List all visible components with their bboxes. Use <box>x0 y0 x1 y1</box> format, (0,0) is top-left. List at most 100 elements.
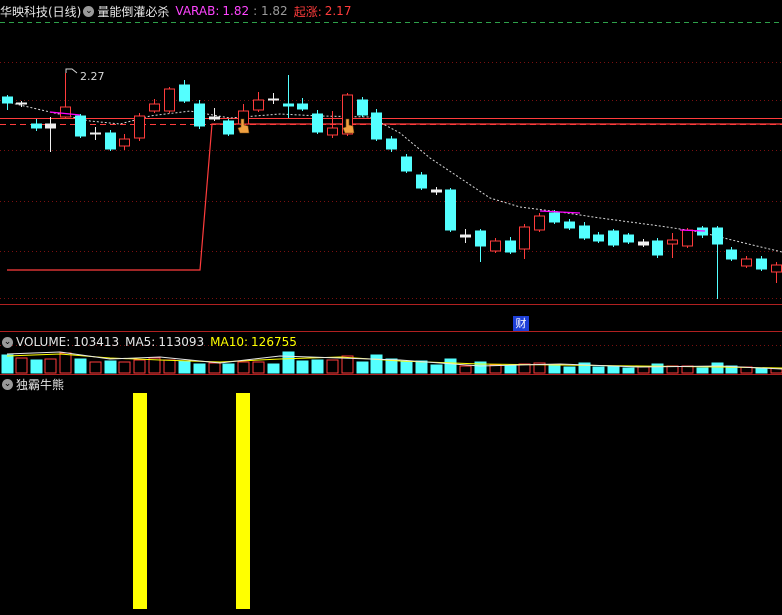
candle-body <box>327 127 338 136</box>
candle-body <box>401 156 412 172</box>
candle-body <box>490 240 501 252</box>
candle-body <box>268 98 279 101</box>
candle-body <box>638 241 649 246</box>
candle-body <box>667 239 678 245</box>
volume-bar <box>15 357 28 374</box>
signal-title: 独霸牛熊 <box>16 377 65 392</box>
candle-body <box>16 102 27 105</box>
candle-body <box>416 174 427 189</box>
signal-bar <box>133 393 147 609</box>
volume-bar <box>755 367 768 374</box>
candle-body <box>312 113 323 133</box>
volume-bar <box>356 361 369 374</box>
candle-body <box>119 138 130 147</box>
candle-body <box>297 103 308 110</box>
volume-bar <box>193 363 206 374</box>
candle-body <box>357 99 368 116</box>
volume-bar <box>59 352 72 374</box>
volume-bar <box>637 366 650 374</box>
candle-body <box>431 189 442 193</box>
high-label: 2.27 <box>80 70 105 83</box>
volume-bar <box>252 361 265 374</box>
volume-bar <box>163 359 176 374</box>
candle-body <box>623 234 634 243</box>
volume-bar <box>444 358 457 374</box>
volume-bar <box>74 358 87 374</box>
candle-body <box>179 84 190 102</box>
candle-body <box>475 230 486 247</box>
volume-bar <box>222 363 235 374</box>
volume-bar <box>696 367 709 374</box>
candle-body <box>445 189 456 231</box>
volume-bar <box>548 364 561 374</box>
volume-header: ⌄ VOLUME: 103413 MA5: 113093 MA10: 12675… <box>0 332 297 352</box>
volume-bar <box>504 365 517 374</box>
candle-body <box>2 96 13 104</box>
candle-body <box>31 123 42 129</box>
candle-body <box>682 229 693 247</box>
volume-bar <box>178 360 191 374</box>
volume-bar <box>104 360 117 374</box>
candle-body <box>253 99 264 111</box>
volume-bar <box>89 361 102 374</box>
event-badge[interactable]: 财 <box>513 316 529 331</box>
signal-bar <box>236 393 250 609</box>
signal-header: ⌄ 独霸牛熊 <box>0 374 64 394</box>
volume-bar <box>459 365 472 374</box>
volume-bar <box>44 358 57 374</box>
candle-body <box>741 258 752 267</box>
candle-body <box>283 103 294 107</box>
volume-bar <box>296 360 309 374</box>
volume-bar <box>237 361 250 374</box>
volume-bar <box>311 359 324 374</box>
candle-body <box>149 103 160 112</box>
candle-body <box>105 132 116 150</box>
volume-bar <box>592 366 605 374</box>
candle-body <box>90 132 101 135</box>
candle-body <box>45 123 56 129</box>
ma5-value: 113093 <box>158 335 205 349</box>
candle-body <box>386 138 397 150</box>
candle-body <box>505 240 516 253</box>
volume-bar <box>282 351 295 374</box>
candle-body <box>460 234 471 238</box>
candle-body <box>608 230 619 246</box>
volume-bar <box>430 364 443 374</box>
collapse-circle-icon[interactable]: ⌄ <box>2 336 13 348</box>
candle-body <box>771 264 782 273</box>
ma5-label: MA5: <box>125 335 156 349</box>
candle-body <box>712 227 723 245</box>
candle-body <box>371 112 382 140</box>
candle-body <box>209 116 220 120</box>
candle-body <box>593 234 604 242</box>
candle-body <box>223 120 234 135</box>
candle-body <box>519 226 530 250</box>
chart-canvas[interactable]: 2.27 <box>0 0 782 615</box>
volume-bar <box>622 367 635 374</box>
volume-bar <box>415 360 428 374</box>
volume-bar <box>267 363 280 374</box>
candle-body <box>194 103 205 127</box>
collapse-circle-icon[interactable]: ⌄ <box>2 378 13 390</box>
volume-bar <box>1 354 14 374</box>
ma10-value: 126755 <box>251 335 297 349</box>
signal-bars <box>133 393 250 609</box>
volume-label: VOLUME: <box>16 335 71 349</box>
candle-body <box>60 106 71 118</box>
volume-bar <box>208 362 221 374</box>
candle-body <box>564 221 575 229</box>
volume-bar <box>118 361 131 374</box>
volume-bar <box>400 361 413 374</box>
volume-bar <box>651 363 664 374</box>
volume-bar <box>370 354 383 374</box>
high-marker <box>65 68 78 74</box>
candlestick-series <box>2 73 782 299</box>
chart-window: 华映科技(日线) ⌄ 量能倒灌必杀 VARAB: 1.82 : 1.82 起涨:… <box>0 0 782 615</box>
volume-bar <box>563 366 576 374</box>
volume-bar <box>711 362 724 374</box>
volume-bar <box>30 359 43 374</box>
volume-series <box>1 351 782 374</box>
candle-body <box>75 115 86 137</box>
candle-body <box>579 225 590 239</box>
volume-bar <box>326 359 339 374</box>
